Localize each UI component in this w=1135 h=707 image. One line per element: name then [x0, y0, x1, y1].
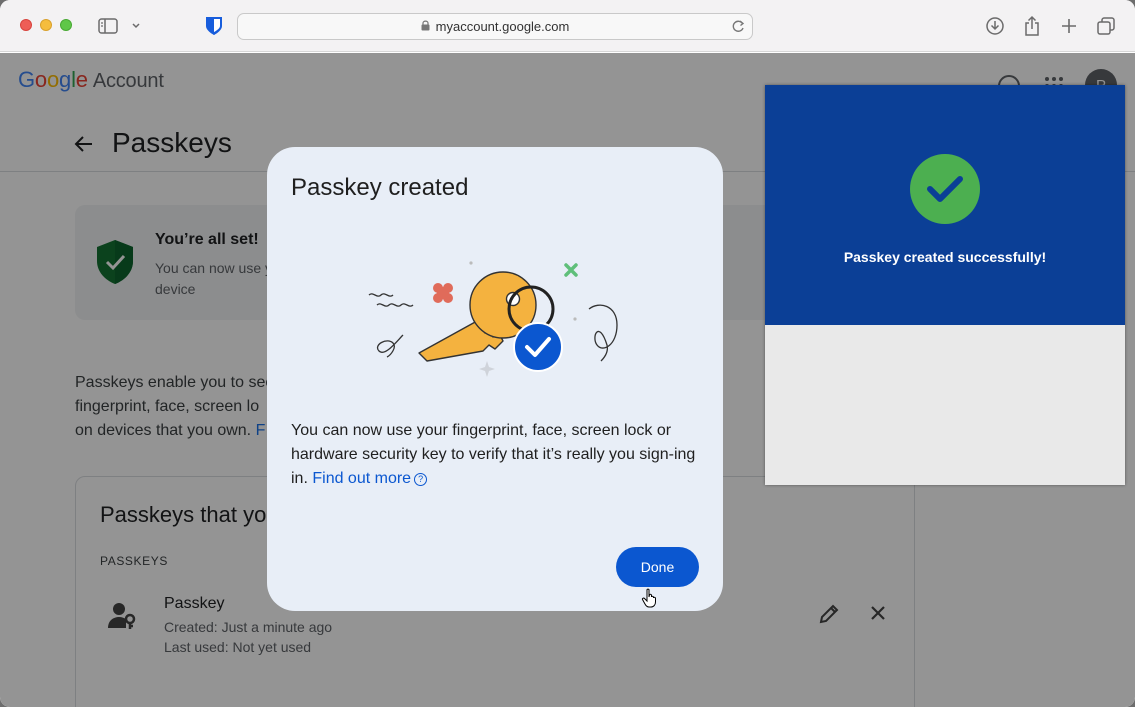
browser-toolbar: myaccount.google.com	[0, 0, 1135, 52]
plus-icon[interactable]	[1057, 14, 1081, 38]
url-text: myaccount.google.com	[435, 19, 570, 34]
passkey-created-dialog: Passkey created You can now use your fin…	[267, 147, 723, 611]
find-out-more-link[interactable]: Find out more	[312, 470, 411, 487]
bitwarden-icon[interactable]	[202, 14, 226, 38]
done-button[interactable]: Done	[616, 547, 699, 587]
success-message: Passkey created successfully!	[843, 249, 1047, 265]
tabs-icon[interactable]	[1094, 14, 1118, 38]
browser-window: myaccount.google.com GoogleAccount P Pas…	[0, 0, 1135, 707]
check-circle-icon	[910, 154, 980, 224]
reload-icon[interactable]	[730, 17, 746, 38]
dialog-body: You can now use your fingerprint, face, …	[291, 419, 701, 491]
help-circle-icon[interactable]: ?	[414, 473, 428, 486]
success-popup: Passkey created successfully!	[765, 85, 1125, 485]
zoom-window-button[interactable]	[60, 19, 72, 31]
lock-icon	[421, 19, 430, 34]
key-illustration	[363, 249, 623, 384]
close-window-button[interactable]	[20, 19, 32, 31]
share-icon[interactable]	[1020, 14, 1044, 38]
download-icon[interactable]	[983, 14, 1007, 38]
minimize-window-button[interactable]	[40, 19, 52, 31]
dialog-title: Passkey created	[291, 174, 469, 201]
hand-cursor-icon	[641, 588, 659, 613]
chevron-down-icon[interactable]	[124, 14, 148, 38]
address-bar[interactable]: myaccount.google.com	[237, 13, 753, 40]
sidebar-icon[interactable]	[96, 14, 120, 38]
